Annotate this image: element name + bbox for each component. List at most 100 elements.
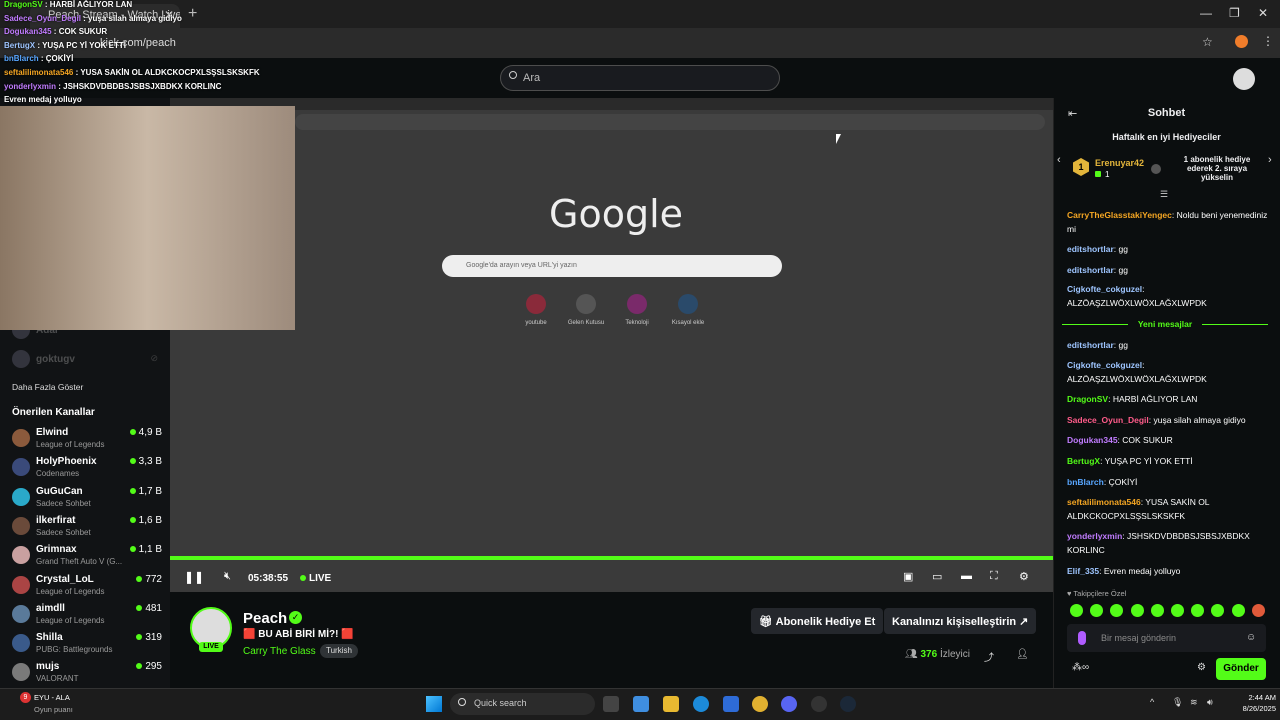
fullscreen-icon[interactable]: ⛶ [990, 570, 998, 583]
overlay-chat-text: YUSA SAKİN OL ALDKCKOCPXLSŞSLSKSKFK [80, 68, 260, 77]
recommended-channel[interactable]: Elwind League of Legends 4,9 B [12, 427, 162, 455]
category-link[interactable]: Carry The Glass [243, 646, 316, 657]
customize-channel-button[interactable]: Kanalınızı kişiselleştirin ↗ [884, 608, 1037, 634]
settings-gear-icon[interactable]: ⚙ [1019, 570, 1029, 583]
taskbar-search[interactable]: Quick search [450, 693, 595, 715]
chat-username[interactable]: Sadece_Oyun_Degil [1067, 415, 1149, 425]
chat-username[interactable]: bnBlarch [1067, 477, 1104, 487]
recommended-channel[interactable]: aimdll League of Legends 481 [12, 603, 162, 631]
chat-username[interactable]: editshortlar [1067, 265, 1114, 275]
recommended-channel[interactable]: mujs VALORANT 295 [12, 661, 162, 689]
chat-username[interactable]: Dogukan345 [1067, 435, 1118, 445]
recommended-channel[interactable]: Crystal_LoL League of Legends 772 [12, 574, 162, 602]
live-dot-icon [129, 546, 136, 553]
chat-text: gg [1118, 244, 1128, 254]
app-icon[interactable] [811, 696, 827, 712]
emote-icon[interactable] [1150, 604, 1164, 617]
windows-start-icon[interactable] [426, 696, 442, 712]
wifi-icon[interactable]: ≋ [1190, 697, 1198, 708]
emote-icon[interactable] [1130, 604, 1144, 617]
store-icon[interactable] [723, 696, 739, 712]
chat-username[interactable]: seftalilimonata546 [1067, 497, 1141, 507]
chevron-left-icon[interactable]: ‹ [1057, 154, 1061, 166]
chat-username[interactable]: editshortlar [1067, 244, 1114, 254]
microphone-tray-icon[interactable]: 🎙︎ [1172, 697, 1183, 708]
share-icon[interactable]: ⤴ [984, 649, 994, 664]
overlay-chat-user: bnBlarch [4, 54, 39, 64]
pause-icon[interactable]: ❚❚ [184, 570, 204, 584]
recommended-channel[interactable]: Grimnax Grand Theft Auto V (G... 1,1 B [12, 544, 162, 572]
file-explorer-icon[interactable] [663, 696, 679, 712]
recommended-channel[interactable]: GuGuCan Sadece Sohbet 1,7 B [12, 486, 162, 514]
overlay-chat-line: Sadece_Oyun_Degil : yuşa silah almaya gi… [4, 14, 182, 23]
top-gifter-name[interactable]: Erenuyar42 [1095, 158, 1144, 168]
task-view-icon[interactable] [603, 696, 619, 712]
new-tab-icon[interactable]: + [188, 5, 197, 23]
clip-icon[interactable]: ▣ [903, 570, 913, 583]
emote-icon[interactable] [1251, 604, 1265, 617]
restore-icon[interactable]: ❐ [1229, 6, 1240, 20]
filter-icon[interactable]: ☰ [1160, 189, 1168, 200]
follow-user-icon[interactable]: 👤︎ [1016, 649, 1029, 660]
customize-label: Kanalınızı kişiselleştirin [892, 616, 1017, 628]
send-button[interactable]: Gönder [1216, 658, 1266, 680]
channel-name: HolyPhoenix [36, 456, 97, 468]
overlay-chat-user: Dogukan345 [4, 27, 52, 37]
user-avatar[interactable] [1233, 68, 1255, 90]
bookmark-star-icon[interactable]: ☆ [1202, 35, 1213, 49]
chat-settings-icon[interactable]: ⚙ [1197, 662, 1206, 673]
edge-icon[interactable] [693, 696, 709, 712]
channel-category: League of Legends [36, 440, 105, 449]
avatar [12, 634, 30, 653]
emote-icon[interactable] [1231, 604, 1245, 617]
video-player[interactable] [170, 98, 1053, 592]
emote-icon[interactable] [1070, 604, 1083, 617]
chrome-icon[interactable] [752, 696, 768, 712]
progress-bar[interactable] [170, 556, 1053, 560]
language-tag[interactable]: Turkish [320, 644, 358, 658]
chat-message-input[interactable]: Bir mesaj gönderin [1067, 624, 1266, 652]
emoji-icon[interactable]: ☺ [1246, 632, 1256, 643]
mute-icon[interactable]: 🔇︎ [224, 570, 231, 583]
chat-username[interactable]: editshortlar [1067, 340, 1114, 350]
chat-username[interactable]: yonderlyxmin [1067, 531, 1122, 541]
recommended-channel[interactable]: ilkerfirat Sadece Sohbet 1,6 B [12, 515, 162, 543]
extension-icon[interactable] [1235, 35, 1248, 48]
chevron-right-icon[interactable]: › [1268, 154, 1272, 166]
close-window-icon[interactable]: ✕ [1258, 6, 1268, 20]
miniplayer-icon[interactable]: ▭ [932, 570, 942, 583]
recommended-channel[interactable]: Shilla PUBG: Battlegrounds 319 [12, 632, 162, 660]
viewer-number: 3,3 B [138, 456, 162, 468]
chat-username[interactable]: CarryTheGlasstakiYengec [1067, 210, 1172, 220]
stream-browser-chrome [170, 98, 1053, 110]
chat-username[interactable]: Elif_335 [1067, 566, 1099, 576]
chat-username[interactable]: DragonSV [1067, 394, 1108, 404]
recommended-channel[interactable]: HolyPhoenix Codenames 3,3 B [12, 456, 162, 484]
steam-icon[interactable] [840, 696, 856, 712]
tray-chevron-icon[interactable]: ^ [1150, 697, 1154, 707]
gifter-cta: 1 abonelik hediye ederek 2. sıraya yükse… [1183, 155, 1251, 182]
address-bar[interactable]: kick.com/peach [80, 33, 1200, 53]
show-more-link[interactable]: Daha Fazla Göster [12, 382, 83, 392]
points-icon[interactable]: ⁂∞ [1072, 662, 1089, 673]
discord-icon[interactable] [781, 696, 797, 712]
now-playing-title[interactable]: EYU - ALA [34, 693, 70, 702]
clock[interactable]: 2:44 AM 8/26/2025 [1224, 692, 1276, 714]
copilot-icon[interactable] [633, 696, 649, 712]
browser-menu-icon[interactable]: ⋮ [1262, 34, 1274, 48]
chat-message: seftalilimonata546: YUSA SAKİN OL ALDKCK… [1067, 495, 1272, 523]
chat-username[interactable]: Cigkofte_cokguzel [1067, 360, 1142, 370]
channel-name: Shilla [36, 632, 63, 644]
search-input[interactable]: Ara [500, 65, 780, 91]
streamer-name[interactable]: Peach [243, 610, 287, 627]
chat-username[interactable]: BertugX [1067, 456, 1100, 466]
sidebar-following-item[interactable]: goktugv ⊘ [12, 350, 162, 370]
minimize-icon[interactable]: — [1200, 6, 1212, 20]
chat-username[interactable]: Cigkofte_cokguzel [1067, 284, 1142, 294]
overlay-chat-text: JSHSKDVDBDBSJSBSJXBDKX KORLINC [63, 81, 222, 91]
emote-icon[interactable] [1171, 604, 1184, 617]
volume-icon[interactable]: 🔊︎ [1207, 697, 1213, 708]
gift-sub-button[interactable]: 🎁︎ Abonelik Hediye Et [751, 608, 884, 634]
microphone-icon[interactable] [1078, 631, 1086, 645]
theater-icon[interactable]: ▬ [961, 570, 972, 582]
